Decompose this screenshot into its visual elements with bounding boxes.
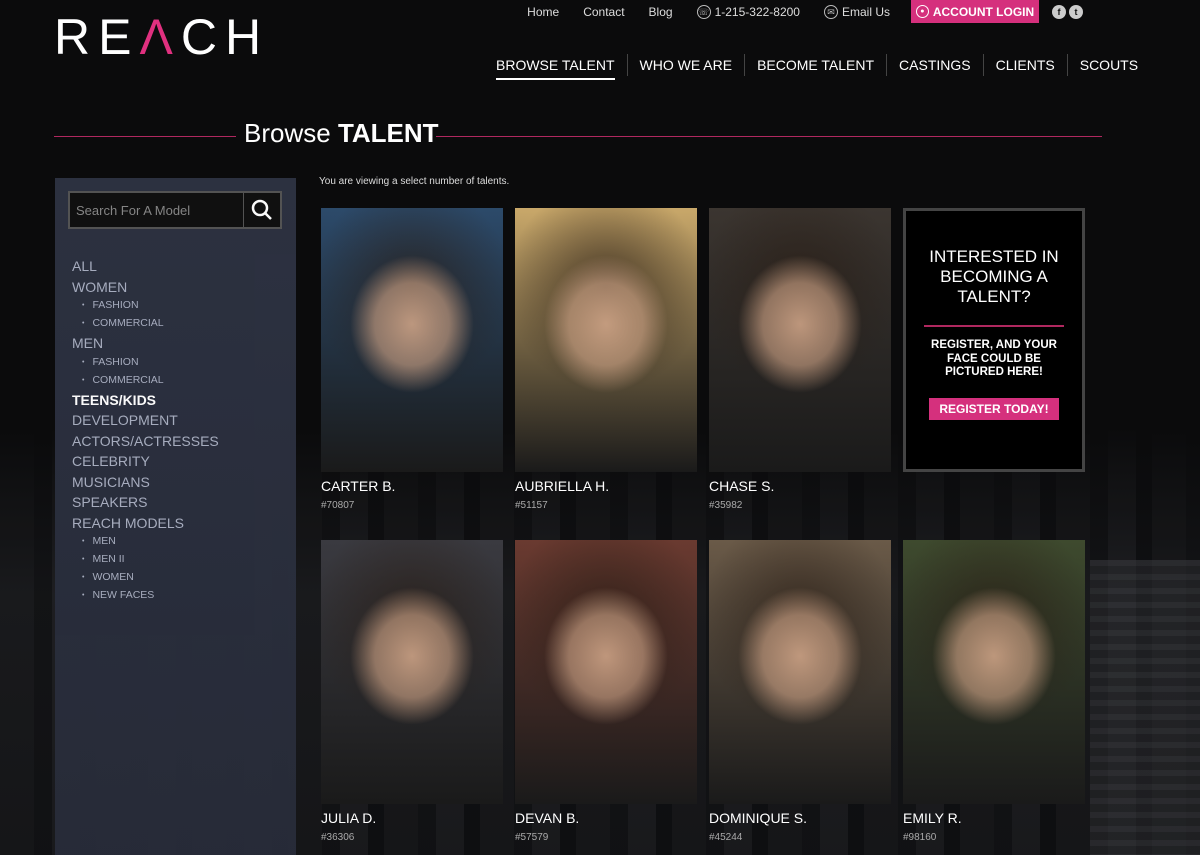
talent-card[interactable]: CARTER B. #70807 <box>321 208 503 511</box>
account-login-label: ACCOUNT LOGIN <box>932 4 1035 19</box>
talent-name[interactable]: EMILY R. <box>903 810 1085 828</box>
reach-logo[interactable]: REΛCH <box>54 12 269 62</box>
cat-rm-men-ii[interactable]: MEN II <box>72 551 219 569</box>
talent-card[interactable]: CHASE S. #35982 <box>709 208 891 511</box>
category-list: ALL WOMEN FASHION COMMERCIAL MEN FASHION… <box>72 256 219 605</box>
email-label: Email Us <box>841 5 890 19</box>
title-divider-left <box>54 136 236 137</box>
viewing-notice: You are viewing a select number of talen… <box>319 176 510 187</box>
cat-rm-men[interactable]: MEN <box>72 533 219 551</box>
cat-men-fashion[interactable]: FASHION <box>72 354 219 372</box>
top-nav-home[interactable]: Home <box>527 5 559 19</box>
user-icon: ● <box>915 5 929 18</box>
cat-celebrity[interactable]: CELEBRITY <box>72 451 219 472</box>
cat-women-commercial[interactable]: COMMERCIAL <box>72 315 219 333</box>
talent-name[interactable]: DEVAN B. <box>515 810 697 828</box>
cat-women[interactable]: WOMEN <box>72 277 219 298</box>
main-nav: BROWSE TALENT WHO WE ARE BECOME TALENT C… <box>484 54 1150 80</box>
nav-clients[interactable]: CLIENTS <box>982 54 1067 76</box>
cat-women-fashion[interactable]: FASHION <box>72 297 219 315</box>
top-nav-blog[interactable]: Blog <box>649 5 673 19</box>
search-box: Search For A Model <box>68 191 282 229</box>
cat-rm-new-faces[interactable]: NEW FACES <box>72 587 219 605</box>
social-links: f t <box>1052 5 1086 19</box>
phone-icon: ☏ <box>696 5 711 19</box>
title-divider-right <box>436 136 1102 137</box>
cat-development[interactable]: DEVELOPMENT <box>72 410 219 431</box>
talent-id: #70807 <box>321 500 355 511</box>
talent-photo[interactable] <box>709 540 891 804</box>
cat-rm-women[interactable]: WOMEN <box>72 569 219 587</box>
nav-who-we-are[interactable]: WHO WE ARE <box>626 54 745 76</box>
talent-photo[interactable] <box>515 540 697 804</box>
talent-photo[interactable] <box>903 540 1085 804</box>
talent-id: #98160 <box>903 832 937 843</box>
cat-actors[interactable]: ACTORS/ACTRESSES <box>72 431 219 452</box>
search-input[interactable]: Search For A Model <box>70 193 244 227</box>
promo-divider <box>924 325 1064 327</box>
cat-men-commercial[interactable]: COMMERCIAL <box>72 372 219 390</box>
promo-heading: INTERESTED IN BECOMING A TALENT? <box>929 247 1059 306</box>
nav-browse-talent[interactable]: BROWSE TALENT <box>484 54 627 80</box>
city-building-background <box>1090 560 1200 855</box>
cat-musicians[interactable]: MUSICIANS <box>72 472 219 493</box>
talent-card[interactable]: DOMINIQUE S. #45244 <box>709 540 891 843</box>
register-today-button[interactable]: REGISTER TODAY! <box>929 397 1059 420</box>
talent-card[interactable]: DEVAN B. #57579 <box>515 540 697 843</box>
phone-number: 1-215-322-8200 <box>714 5 800 19</box>
page-title-row: Browse TALENT <box>54 118 1102 152</box>
phone-link[interactable]: ☏ 1-215-322-8200 <box>696 5 800 19</box>
cat-teens-kids[interactable]: TEENS/KIDS <box>72 390 219 411</box>
email-link[interactable]: ✉ Email Us <box>823 5 890 19</box>
cat-men[interactable]: MEN <box>72 333 219 354</box>
talent-name[interactable]: AUBRIELLA H. <box>515 478 697 496</box>
facebook-icon[interactable]: f <box>1052 5 1066 19</box>
talent-photo[interactable] <box>321 540 503 804</box>
talent-photo[interactable] <box>515 208 697 472</box>
cat-speakers[interactable]: SPEAKERS <box>72 492 219 513</box>
cat-reach-models[interactable]: REACH MODELS <box>72 513 219 534</box>
talent-id: #57579 <box>515 832 549 843</box>
email-icon: ✉ <box>823 5 838 19</box>
page-title-bold: TALENT <box>337 118 439 148</box>
page-title: Browse TALENT <box>244 118 439 149</box>
talent-name[interactable]: CARTER B. <box>321 478 503 496</box>
nav-become-talent[interactable]: BECOME TALENT <box>744 54 886 76</box>
promo-text: REGISTER, AND YOUR FACE COULD BE PICTURE… <box>931 339 1057 378</box>
talent-id: #51157 <box>515 500 548 511</box>
twitter-icon[interactable]: t <box>1069 5 1083 19</box>
nav-castings[interactable]: CASTINGS <box>886 54 983 76</box>
category-sidebar: Search For A Model ALL WOMEN FASHION COM… <box>55 178 296 855</box>
search-icon <box>251 199 272 220</box>
talent-name[interactable]: JULIA D. <box>321 810 503 828</box>
talent-name[interactable]: DOMINIQUE S. <box>709 810 891 828</box>
nav-scouts[interactable]: SCOUTS <box>1066 54 1150 76</box>
page-title-light: Browse <box>244 118 331 148</box>
become-talent-promo: INTERESTED IN BECOMING A TALENT? REGISTE… <box>903 208 1085 472</box>
talent-id: #36306 <box>321 832 355 843</box>
top-nav-contact[interactable]: Contact <box>583 5 624 19</box>
account-login-button[interactable]: ● ACCOUNT LOGIN <box>911 0 1039 23</box>
talent-card[interactable]: JULIA D. #36306 <box>321 540 503 843</box>
cat-all[interactable]: ALL <box>72 256 219 277</box>
talent-id: #35982 <box>709 500 743 511</box>
top-nav: Home Contact Blog ☏ 1-215-322-8200 ✉ Email… <box>503 0 890 24</box>
talent-name[interactable]: CHASE S. <box>709 478 891 496</box>
talent-card[interactable]: AUBRIELLA H. #51157 <box>515 208 697 511</box>
talent-id: #45244 <box>709 832 743 843</box>
search-button[interactable] <box>244 193 280 227</box>
talent-photo[interactable] <box>709 208 891 472</box>
talent-photo[interactable] <box>321 208 503 472</box>
talent-card[interactable]: EMILY R. #98160 <box>903 540 1085 843</box>
